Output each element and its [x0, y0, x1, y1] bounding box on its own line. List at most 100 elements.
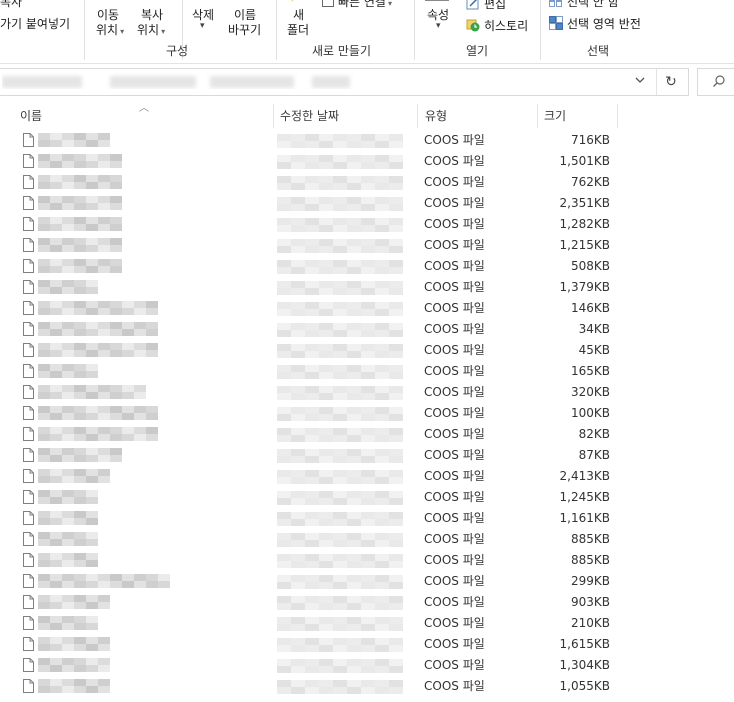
redaction-block: [305, 246, 319, 253]
history-button[interactable]: 히스토리: [466, 17, 528, 35]
file-row[interactable]: COOS 파일 146KB: [0, 298, 734, 319]
file-row[interactable]: COOS 파일 508KB: [0, 256, 734, 277]
file-row[interactable]: COOS 파일 1,501KB: [0, 151, 734, 172]
column-header-name[interactable]: 이름: [20, 104, 42, 128]
redaction-block: [375, 176, 389, 183]
search-input[interactable]: [697, 68, 734, 96]
redaction-block: [74, 644, 86, 651]
address-bar[interactable]: ↻: [0, 68, 689, 96]
edit-button[interactable]: 편집: [466, 0, 506, 13]
file-row[interactable]: COOS 파일 87KB: [0, 445, 734, 466]
redaction-block: [305, 260, 319, 267]
file-row[interactable]: COOS 파일 1,055KB: [0, 676, 734, 697]
redaction-block: [38, 161, 50, 168]
select-none-button[interactable]: 선택 안 함: [549, 0, 619, 10]
redaction-block: [333, 197, 347, 204]
redaction-block: [50, 539, 62, 546]
redaction-block: [375, 260, 389, 267]
file-row[interactable]: COOS 파일 1,245KB: [0, 487, 734, 508]
file-row[interactable]: COOS 파일 82KB: [0, 424, 734, 445]
file-row[interactable]: COOS 파일 100KB: [0, 403, 734, 424]
file-size: 885KB: [570, 532, 610, 546]
redaction-block: [277, 638, 291, 645]
file-row[interactable]: COOS 파일 1,615KB: [0, 634, 734, 655]
file-row[interactable]: COOS 파일 762KB: [0, 172, 734, 193]
file-row[interactable]: COOS 파일 34KB: [0, 319, 734, 340]
file-date-redacted: [277, 134, 403, 148]
column-divider[interactable]: [617, 104, 618, 128]
file-row[interactable]: COOS 파일 1,161KB: [0, 508, 734, 529]
file-date-redacted: [277, 512, 403, 526]
redaction-block: [50, 602, 62, 609]
redaction-block: [50, 343, 62, 350]
redaction-block: [291, 456, 305, 463]
redaction-block: [319, 603, 333, 610]
redaction-block: [74, 217, 86, 224]
redaction-block: [347, 435, 361, 442]
file-row[interactable]: COOS 파일 165KB: [0, 361, 734, 382]
redaction-block: [277, 197, 291, 204]
file-row[interactable]: COOS 파일 1,304KB: [0, 655, 734, 676]
redaction-block: [333, 666, 347, 673]
invert-selection-button[interactable]: 선택 영역 반전: [549, 15, 641, 33]
redaction-block: [74, 686, 86, 693]
redaction-block: [375, 533, 389, 540]
file-row[interactable]: COOS 파일 1,379KB: [0, 277, 734, 298]
paste-shortcut-button[interactable]: 가기 붙여넣기: [0, 15, 70, 32]
file-row[interactable]: COOS 파일 320KB: [0, 382, 734, 403]
redaction-block: [86, 154, 98, 161]
redaction-block: [319, 533, 333, 540]
chevron-down-icon[interactable]: [632, 74, 648, 90]
column-divider[interactable]: [417, 104, 418, 128]
redaction-block: [319, 491, 333, 498]
file-row[interactable]: COOS 파일 885KB: [0, 529, 734, 550]
redaction-block: [62, 280, 74, 287]
refresh-icon[interactable]: ↻: [662, 73, 680, 91]
file-size: 299KB: [570, 574, 610, 588]
redaction-block: [98, 574, 110, 581]
copy-button[interactable]: 복사: [0, 0, 22, 10]
file-row[interactable]: COOS 파일 1,282KB: [0, 214, 734, 235]
ribbon: 복사 가기 붙여넣기 이동 위치 ▾ 복사 위치 ▾ 삭제 ▾ 이름 바꾸기 구성 …: [0, 0, 734, 64]
redaction-block: [110, 427, 122, 434]
file-type: COOS 파일: [424, 259, 485, 273]
file-row[interactable]: COOS 파일 903KB: [0, 592, 734, 613]
redaction-block: [62, 364, 74, 371]
redaction-block: [110, 203, 122, 210]
redaction-block: [305, 638, 319, 645]
column-header-size[interactable]: 크기: [544, 104, 566, 128]
redaction-block: [375, 617, 389, 624]
file-row[interactable]: COOS 파일 210KB: [0, 613, 734, 634]
redaction-block: [110, 301, 122, 308]
redaction-block: [291, 197, 305, 204]
file-row[interactable]: COOS 파일 2,351KB: [0, 193, 734, 214]
file-row[interactable]: COOS 파일 1,215KB: [0, 235, 734, 256]
redaction-block: [305, 162, 319, 169]
redaction-block: [361, 407, 375, 414]
redaction-block: [305, 645, 319, 652]
redaction-block: [389, 260, 403, 267]
file-row[interactable]: COOS 파일 2,413KB: [0, 466, 734, 487]
column-divider[interactable]: [273, 104, 274, 128]
redaction-block: [86, 217, 98, 224]
redaction-block: [277, 225, 291, 232]
redaction-block: [361, 239, 375, 246]
column-header-modified[interactable]: 수정한 날짜: [280, 104, 339, 128]
redaction-block: [110, 385, 122, 392]
redaction-block: [38, 350, 50, 357]
file-row[interactable]: COOS 파일 716KB: [0, 130, 734, 151]
quick-access-button[interactable]: 빠른 연결 ▾: [322, 0, 392, 10]
redaction-block: [361, 197, 375, 204]
file-row[interactable]: COOS 파일 45KB: [0, 340, 734, 361]
file-row[interactable]: COOS 파일 299KB: [0, 571, 734, 592]
file-row[interactable]: COOS 파일 885KB: [0, 550, 734, 571]
history-icon: [466, 18, 480, 35]
redaction-block: [291, 372, 305, 379]
column-divider[interactable]: [537, 104, 538, 128]
redaction-block: [74, 637, 86, 644]
column-header-type[interactable]: 유형: [425, 104, 447, 128]
redaction-block: [291, 344, 305, 351]
redaction-block: [50, 350, 62, 357]
breadcrumb[interactable]: [2, 73, 362, 89]
redaction-block: [361, 204, 375, 211]
